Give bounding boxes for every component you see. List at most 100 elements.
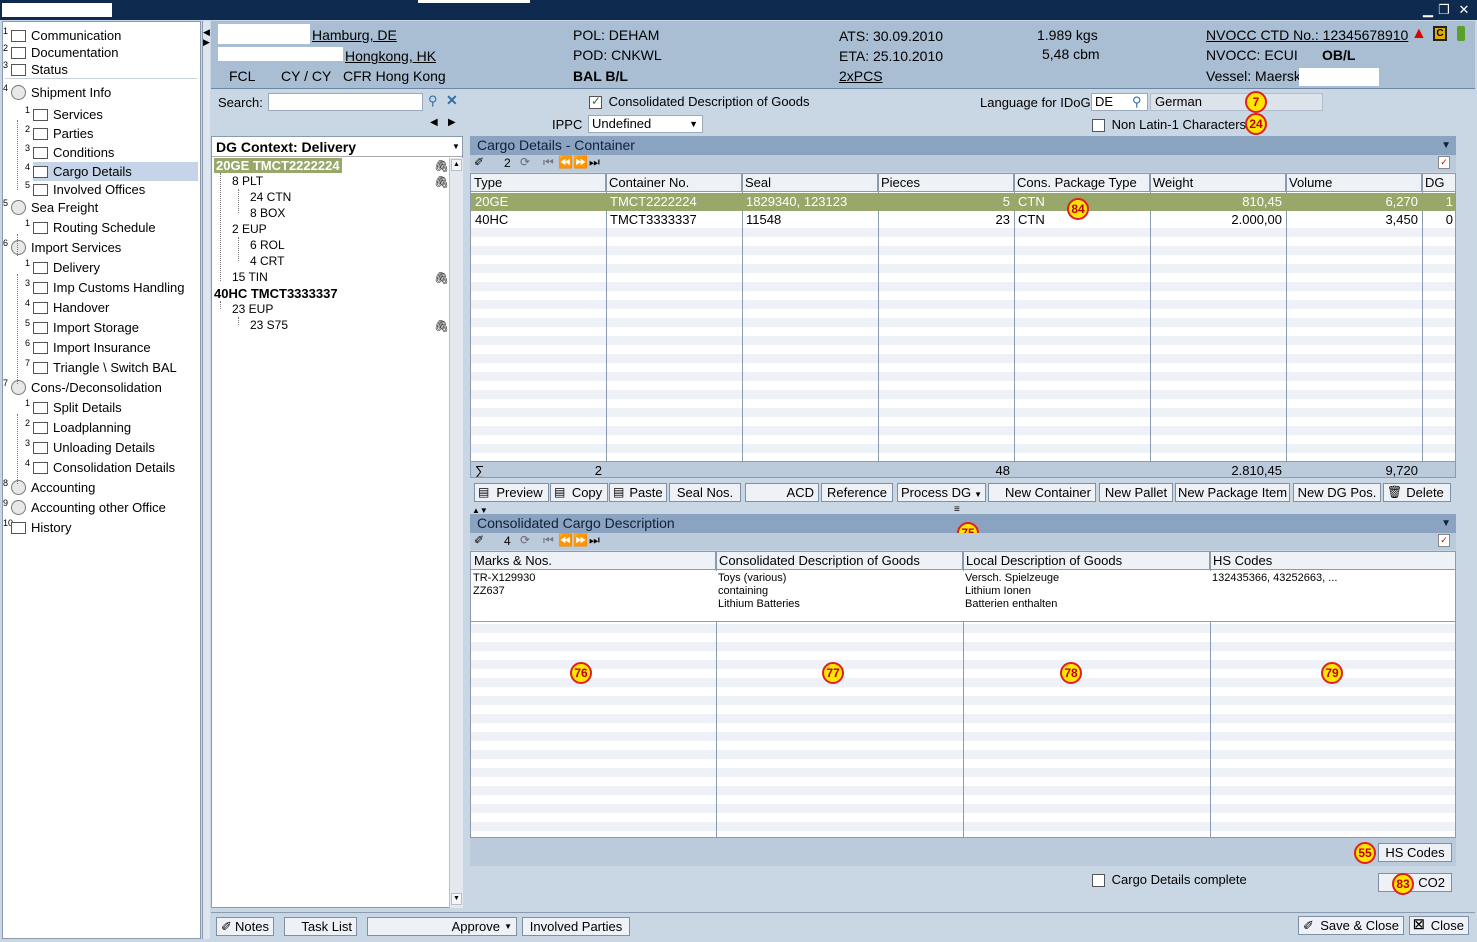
nav-item[interactable]: 6 Import Insurance bbox=[25, 338, 198, 357]
edit-icon[interactable]: ✐ bbox=[474, 533, 484, 547]
non-latin-checkbox[interactable] bbox=[1092, 119, 1105, 133]
search-input[interactable] bbox=[268, 93, 423, 111]
dg-tree-node[interactable]: 4 CRT bbox=[250, 254, 284, 268]
nav-item[interactable]: 10 History bbox=[3, 518, 198, 537]
table-row[interactable]: 20GE TMCT2222224 1829340, 123123 5 CTN 810,45… bbox=[471, 193, 1455, 211]
new-dg-pos-button[interactable]: New DG Pos. bbox=[1293, 483, 1381, 502]
dg-tree-node[interactable]: 15 TIN bbox=[232, 270, 268, 284]
involved-parties-button[interactable]: Involved Parties bbox=[522, 917, 630, 936]
pieces-link[interactable]: 2xPCS bbox=[839, 68, 883, 84]
close-button[interactable]: ☒ Close bbox=[1409, 916, 1469, 935]
new-package-item-button[interactable]: New Package Item bbox=[1175, 483, 1290, 502]
non-latin-row[interactable]: Non Latin-1 Characters bbox=[1092, 117, 1246, 133]
dg-dropdown-icon[interactable]: ▼ bbox=[452, 142, 460, 151]
restore-icon[interactable]: ❐ bbox=[1436, 2, 1452, 18]
column-header[interactable]: Cons. Package Type bbox=[1014, 174, 1150, 192]
nav-item[interactable]: 7 Cons-/Deconsolidation bbox=[3, 378, 198, 397]
export-icon[interactable]: ✓ bbox=[1438, 534, 1450, 547]
process-dg-button[interactable]: Process DG ▼ bbox=[897, 483, 986, 502]
next-record-icon[interactable]: ⏩ bbox=[573, 155, 588, 169]
nav-item[interactable]: 1 Services bbox=[25, 105, 198, 124]
copy-button[interactable]: ▤ Copy bbox=[550, 483, 608, 502]
nav-item[interactable]: 6 Import Services bbox=[3, 238, 198, 257]
table-row[interactable]: 40HC TMCT3333337 11548 23 CTN 2.000,00 3,450 0 bbox=[471, 211, 1455, 229]
column-header[interactable]: Local Description of Goods bbox=[963, 552, 1210, 570]
scroll-down-icon[interactable]: ▼ bbox=[451, 893, 462, 905]
dg-tree-node[interactable]: 20GE TMCT2222224 bbox=[214, 158, 342, 173]
nav-item[interactable]: 5 Import Storage bbox=[25, 318, 198, 337]
consolidated-checkbox[interactable] bbox=[589, 94, 602, 110]
new-pallet-button[interactable]: New Pallet bbox=[1099, 483, 1173, 502]
nav-item[interactable]: 1 Split Details bbox=[25, 398, 198, 417]
refresh-icon[interactable]: ⟳ bbox=[520, 533, 530, 547]
language-lookup-icon[interactable]: ⚲ bbox=[1132, 94, 1142, 110]
dg-scrollbar[interactable]: ▲ ▼ bbox=[449, 158, 463, 908]
paste-button[interactable]: ▤ Paste bbox=[609, 483, 667, 502]
nav-item[interactable]: 9 Accounting other Office bbox=[3, 498, 198, 517]
customs-icon[interactable]: C bbox=[1433, 26, 1447, 41]
new-container-button[interactable]: New Container bbox=[988, 483, 1096, 502]
refresh-icon[interactable]: ⟳ bbox=[520, 155, 530, 169]
last-record-icon[interactable]: ⏭ bbox=[589, 533, 600, 548]
attachment-icon[interactable]: 🖇 bbox=[434, 271, 449, 285]
column-header[interactable]: Container No. bbox=[606, 174, 742, 192]
export-icon[interactable]: ✓ bbox=[1438, 156, 1450, 169]
dg-tree-node[interactable]: 23 EUP bbox=[232, 302, 273, 316]
nav-item[interactable]: 7 Triangle \ Switch BAL bbox=[25, 358, 198, 377]
nav-item[interactable]: 3 Conditions bbox=[25, 143, 198, 162]
table-row[interactable]: TR-X129930 ZZ637 Toys (various) containing L… bbox=[471, 571, 1455, 622]
consolidated-checkbox-row[interactable]: Consolidated Description of Goods bbox=[589, 94, 810, 110]
scroll-up-icon[interactable]: ▲ bbox=[451, 159, 462, 171]
nav-item[interactable]: 4 Shipment Info bbox=[3, 83, 198, 102]
next-record-icon[interactable]: ⏩ bbox=[573, 533, 588, 547]
nav-item[interactable]: 3 Imp Customs Handling bbox=[25, 278, 198, 297]
cargo-complete-row[interactable]: Cargo Details complete bbox=[1092, 872, 1247, 888]
prev-record-icon[interactable]: ⏪ bbox=[558, 155, 573, 169]
dg-tree-node[interactable]: 23 S75 bbox=[250, 318, 288, 332]
clear-search-icon[interactable]: ✕ bbox=[446, 92, 458, 109]
column-header[interactable]: Seal bbox=[742, 174, 878, 192]
dg-tree-node[interactable]: 8 BOX bbox=[250, 206, 285, 220]
preview-button[interactable]: ▤ Preview bbox=[474, 483, 549, 502]
nav-item[interactable]: 4 Cargo Details bbox=[25, 162, 198, 181]
seal-nos-button[interactable]: Seal Nos. bbox=[669, 483, 741, 502]
prev-record-icon[interactable]: ⏪ bbox=[558, 533, 573, 547]
warning-icon[interactable]: ▲ bbox=[1411, 25, 1427, 43]
dg-tree-node[interactable]: 2 EUP bbox=[232, 222, 267, 236]
save-close-button[interactable]: ✐ Save & Close bbox=[1298, 916, 1404, 935]
nav-item[interactable]: 5 Involved Offices bbox=[25, 180, 198, 199]
nav-item[interactable]: 3 Unloading Details bbox=[25, 438, 198, 457]
nav-item[interactable]: 3 Status bbox=[3, 60, 198, 79]
edit-icon[interactable]: ✐ bbox=[474, 155, 484, 169]
close-window-icon[interactable]: ✕ bbox=[1456, 2, 1472, 18]
task-list-button[interactable]: Task List bbox=[284, 917, 357, 936]
destination-link[interactable]: Hongkong, HK bbox=[345, 48, 436, 64]
prev-arrow-icon[interactable]: ◀ bbox=[430, 117, 438, 128]
panel-collapse-icon[interactable]: ▼ bbox=[1441, 514, 1451, 533]
nav-item[interactable]: 2 Parties bbox=[25, 124, 198, 143]
search-icon[interactable]: ⚲ bbox=[428, 93, 438, 109]
first-record-icon[interactable]: ⏮ bbox=[543, 155, 554, 170]
dg-tree-node[interactable]: 24 CTN bbox=[250, 190, 291, 204]
nav-item[interactable]: 4 Consolidation Details bbox=[25, 458, 198, 477]
column-header[interactable]: Pieces bbox=[878, 174, 1014, 192]
column-header[interactable]: Volume bbox=[1286, 174, 1422, 192]
nvocc-ctd-link[interactable]: NVOCC CTD No.: 12345678910 bbox=[1206, 27, 1408, 43]
nav-item[interactable]: 1 Delivery bbox=[25, 258, 198, 277]
ippc-select[interactable]: Undefined ▼ bbox=[588, 115, 703, 133]
attachment-icon[interactable]: 🖇 bbox=[434, 319, 449, 333]
next-arrow-icon[interactable]: ▶ bbox=[448, 117, 456, 128]
nav-item[interactable]: 4 Handover bbox=[25, 298, 198, 317]
nav-item[interactable]: 2 Loadplanning bbox=[25, 418, 198, 437]
nav-item[interactable]: 5 Sea Freight bbox=[3, 198, 198, 217]
column-header[interactable]: Consolidated Description of Goods bbox=[716, 552, 963, 570]
notes-button[interactable]: ✐ Notes bbox=[216, 917, 274, 936]
column-header[interactable]: HS Codes bbox=[1210, 552, 1455, 570]
last-record-icon[interactable]: ⏭ bbox=[589, 155, 600, 170]
first-record-icon[interactable]: ⏮ bbox=[543, 533, 554, 548]
splitter[interactable]: ◀ ▶ bbox=[202, 21, 210, 939]
nav-item[interactable]: 1 Routing Schedule bbox=[25, 218, 198, 237]
column-header[interactable]: DG bbox=[1422, 174, 1455, 192]
column-header[interactable]: Weight bbox=[1150, 174, 1286, 192]
dg-tree-node[interactable]: 8 PLT bbox=[232, 174, 263, 188]
